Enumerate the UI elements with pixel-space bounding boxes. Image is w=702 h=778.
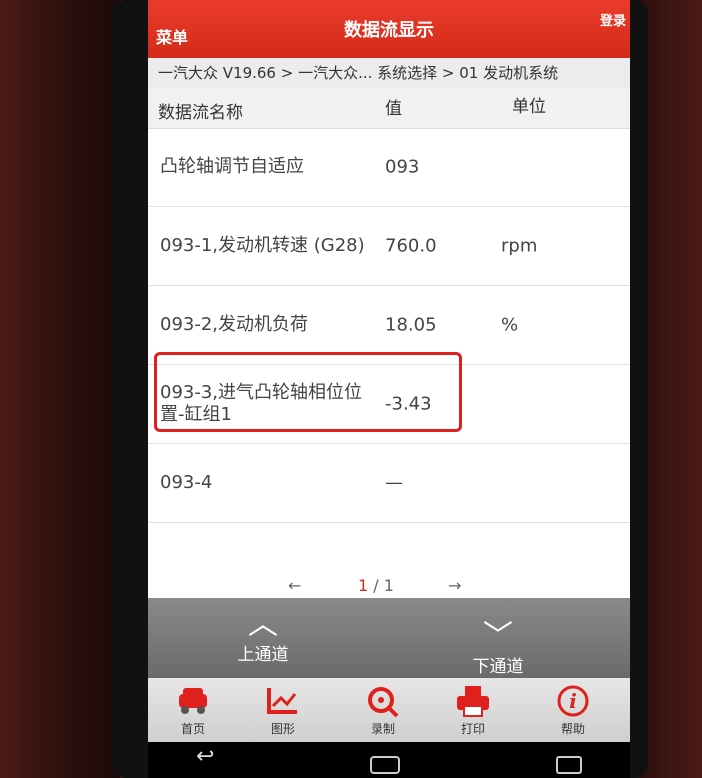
print-button[interactable]: 打印 [438,684,508,737]
help-icon: i [557,685,589,717]
row-name: 凸轮轴调节自适应 [160,156,304,177]
table-row[interactable]: 凸轮轴调节自适应 093 [148,128,630,207]
background-left [0,0,120,778]
next-page-button[interactable]: → [448,576,461,595]
data-stream-list: 凸轮轴调节自适应 093 093-1,发动机转速 (G28) 760.0 rpm… [148,128,630,523]
total-pages: 1 [383,576,394,595]
graph-button[interactable]: 图形 [248,684,318,737]
login-button[interactable]: 登录 [600,10,626,29]
table-header: 数据流名称 值 单位 [148,88,630,129]
row-value: 093 [385,156,420,178]
record-icon [368,687,399,718]
home-label: 首页 [180,722,205,736]
bottom-toolbar: 首页 图形 录制 打印 i 帮助 [148,678,630,742]
pager: ← 1 / 1 → [148,570,630,600]
table-row[interactable]: 093-4 — [148,444,630,523]
down-channel-label: 下通道 [472,657,524,677]
up-channel-button[interactable]: ︿ 上通道 [218,607,308,666]
page-title: 数据流显示 [344,20,434,41]
system-nav-bar: ↩ [148,742,630,778]
page-indicator: 1 / 1 [358,576,394,595]
header-value: 值 [385,99,402,119]
chevron-up-icon: ︿ [248,607,278,642]
breadcrumb: 一汽大众 V19.66 > 一汽大众... 系统选择 > 01 发动机系统 [148,58,630,88]
car-home-icon [179,688,207,714]
title-bar: 菜单 数据流显示 登录 [148,0,630,58]
help-label: 帮助 [560,722,585,736]
chevron-down-icon: ﹀ [483,619,513,654]
header-name: 数据流名称 [158,103,243,123]
help-button[interactable]: i 帮助 [538,684,608,737]
back-icon[interactable]: ↩ [196,744,214,769]
highlight-annotation [154,352,462,432]
home-button[interactable]: 首页 [158,684,228,737]
prev-page-button[interactable]: ← [288,576,301,595]
home-icon[interactable] [370,756,400,774]
channel-nav: ︿ 上通道 ﹀ 下通道 [148,598,630,678]
down-channel-button[interactable]: ﹀ 下通道 [453,619,543,678]
svg-text:i: i [569,689,577,713]
row-value: — [385,472,403,494]
page-separator: / [373,576,379,595]
header-unit: 单位 [512,97,546,117]
up-channel-label: 上通道 [237,645,289,665]
table-row[interactable]: 093-1,发动机转速 (G28) 760.0 rpm [148,207,630,286]
row-unit: rpm [501,235,538,257]
record-button[interactable]: 录制 [348,684,418,737]
row-value: 18.05 [385,314,437,336]
graph-label: 图形 [270,722,295,736]
graph-icon [267,688,297,714]
row-name: 093-4 [160,472,213,493]
recent-apps-icon[interactable] [556,756,582,774]
printer-icon [457,686,489,717]
row-name: 093-1,发动机转速 (G28) [160,235,365,256]
record-label: 录制 [370,722,395,736]
current-page: 1 [358,576,369,595]
print-label: 打印 [460,722,485,736]
row-unit: % [501,314,519,336]
row-name: 093-2,发动机负荷 [160,314,309,335]
row-value: 760.0 [385,235,437,257]
